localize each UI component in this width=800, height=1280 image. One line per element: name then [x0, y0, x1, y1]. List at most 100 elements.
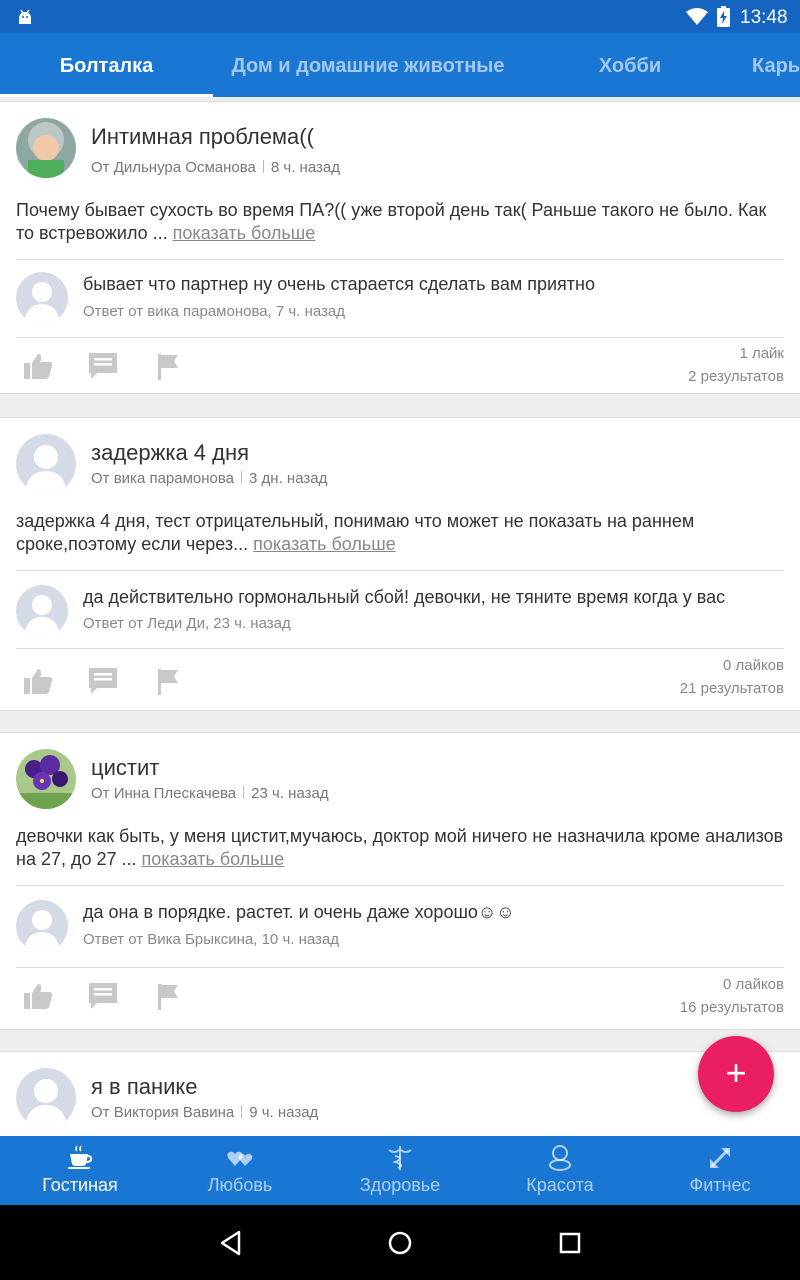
nav-living-room[interactable]: Гостиная — [0, 1136, 160, 1205]
post-excerpt: Почему бывает сухость во время ПА?(( уже… — [16, 200, 767, 243]
post-meta: От Инна Плескачева 23 ч. назад — [91, 785, 329, 802]
tab-hobby[interactable]: Хобби — [560, 33, 700, 97]
author-avatar[interactable] — [16, 749, 76, 809]
coffee-cup-icon — [68, 1145, 93, 1169]
recents-icon[interactable] — [556, 1229, 584, 1257]
post-title[interactable]: задержка 4 дня — [91, 440, 249, 466]
comment-icon — [89, 668, 117, 694]
post-card[interactable]: Интимная проблема(( От Дильнура Османова… — [0, 101, 800, 394]
expand-arrows-icon — [710, 1148, 730, 1168]
likes-count: 1 лайк — [739, 345, 784, 362]
category-tabs: Болталка Дом и домашние животные Хобби К… — [0, 33, 800, 97]
divider — [16, 885, 784, 886]
android-debug-icon — [19, 9, 31, 24]
bottom-navigation: Гостиная Любовь Здоровье Красота Фитнес — [0, 1136, 800, 1205]
reply-text[interactable]: бывает что партнер ну очень старается сд… — [83, 274, 773, 295]
reply-text[interactable]: да она в порядке. растет. и очень даже х… — [83, 902, 773, 923]
divider — [16, 259, 784, 260]
meta-separator — [241, 1105, 243, 1118]
show-more-link[interactable]: показать больше — [253, 534, 396, 554]
comment-button[interactable] — [87, 350, 119, 382]
nav-health[interactable]: Здоровье — [320, 1136, 480, 1205]
reply-meta: Ответ от Леди Ди, 23 ч. назад — [83, 615, 291, 632]
reply-avatar — [16, 272, 68, 324]
show-more-link[interactable]: показать больше — [142, 849, 285, 869]
reply-text[interactable]: да действительно гормональный сбой! дево… — [83, 587, 773, 608]
likes-count: 0 лайков — [722, 976, 784, 993]
post-body[interactable]: девочки как быть, у меня цистит,мучаюсь,… — [16, 825, 784, 871]
post-excerpt: девочки как быть, у меня цистит,мучаюсь,… — [16, 826, 784, 869]
reply-meta: Ответ от вика парамонова, 7 ч. назад — [83, 303, 346, 320]
replies-count[interactable]: 2 результатов — [688, 368, 784, 385]
posts-feed[interactable]: Интимная проблема(( От Дильнура Османова… — [0, 97, 800, 1136]
system-navigation-bar — [0, 1205, 800, 1280]
like-button[interactable] — [22, 350, 54, 382]
flag-icon — [158, 984, 178, 1010]
default-user-avatar — [16, 434, 76, 494]
post-meta: От вика парамонова 3 дн. назад — [91, 470, 327, 487]
post-meta: От Дильнура Османова 8 ч. назад — [91, 159, 340, 176]
post-card[interactable]: цистит От Инна Плескачева 23 ч. назад дев… — [0, 732, 800, 1030]
post-body[interactable]: задержка 4 дня, тест отрицательный, пони… — [16, 510, 784, 556]
tab-career[interactable]: Карь — [740, 33, 800, 97]
post-title[interactable]: Интимная проблема(( — [91, 124, 314, 150]
post-card[interactable]: задержка 4 дня От вика парамонова 3 дн. н… — [0, 417, 800, 711]
author-avatar[interactable] — [16, 434, 76, 494]
post-author[interactable]: От Инна Плескачева — [91, 785, 236, 802]
thumbs-up-icon — [24, 669, 53, 694]
nav-fitness[interactable]: Фитнес — [640, 1136, 800, 1205]
post-title[interactable]: цистит — [91, 755, 159, 781]
default-user-avatar — [16, 1068, 76, 1128]
home-icon[interactable] — [386, 1229, 414, 1257]
nav-beauty[interactable]: Красота — [480, 1136, 640, 1205]
post-time: 23 ч. назад — [251, 785, 329, 802]
report-button[interactable] — [152, 980, 184, 1012]
comment-button[interactable] — [87, 665, 119, 697]
author-avatar[interactable] — [16, 118, 76, 178]
nav-label: Фитнес — [689, 1175, 751, 1195]
reply-meta: Ответ от Вика Брыксина, 10 ч. назад — [83, 931, 340, 948]
nav-love[interactable]: Любовь — [160, 1136, 320, 1205]
nav-label: Красота — [526, 1175, 594, 1195]
back-icon[interactable] — [217, 1229, 245, 1257]
nav-label: Гостиная — [42, 1175, 118, 1195]
mirror-icon — [549, 1145, 571, 1171]
post-author[interactable]: От вика парамонова — [91, 470, 234, 487]
flag-icon — [158, 669, 178, 695]
nav-label: Любовь — [207, 1175, 273, 1195]
post-time: 8 ч. назад — [270, 159, 340, 176]
battery-charging-icon — [717, 6, 730, 27]
tab-home-pets[interactable]: Дом и домашние животные — [213, 33, 523, 97]
comment-icon — [89, 983, 117, 1009]
new-post-button[interactable]: + — [698, 1036, 774, 1112]
like-button[interactable] — [22, 665, 54, 697]
post-author[interactable]: От Виктория Вавина — [91, 1104, 234, 1121]
meta-separator — [241, 471, 243, 484]
flag-icon — [158, 354, 178, 380]
post-card[interactable]: я в панике От Виктория Вавина 9 ч. назад — [0, 1051, 800, 1136]
comment-button[interactable] — [87, 980, 119, 1012]
default-user-avatar — [16, 272, 68, 324]
report-button[interactable] — [152, 665, 184, 697]
report-button[interactable] — [152, 350, 184, 382]
caduceus-icon — [388, 1146, 412, 1170]
likes-count: 0 лайков — [722, 657, 784, 674]
post-author[interactable]: От Дильнура Османова — [91, 159, 256, 176]
author-avatar[interactable] — [16, 1068, 76, 1128]
replies-count[interactable]: 21 результатов — [680, 680, 784, 697]
tab-boltalka[interactable]: Болталка — [0, 33, 213, 97]
replies-count[interactable]: 16 результатов — [680, 999, 784, 1016]
divider — [16, 337, 784, 338]
clock: 13:48 — [740, 7, 788, 28]
default-user-avatar — [16, 585, 68, 637]
post-body[interactable]: Почему бывает сухость во время ПА?(( уже… — [16, 199, 784, 245]
meta-separator — [243, 786, 245, 799]
post-title[interactable]: я в панике — [91, 1074, 198, 1100]
show-more-link[interactable]: показать больше — [173, 223, 316, 243]
post-time: 3 дн. назад — [249, 470, 328, 487]
thumbs-up-icon — [24, 984, 53, 1009]
like-button[interactable] — [22, 980, 54, 1012]
reply-avatar — [16, 585, 68, 637]
nav-label: Здоровье — [359, 1175, 441, 1195]
reply-avatar — [16, 900, 68, 952]
